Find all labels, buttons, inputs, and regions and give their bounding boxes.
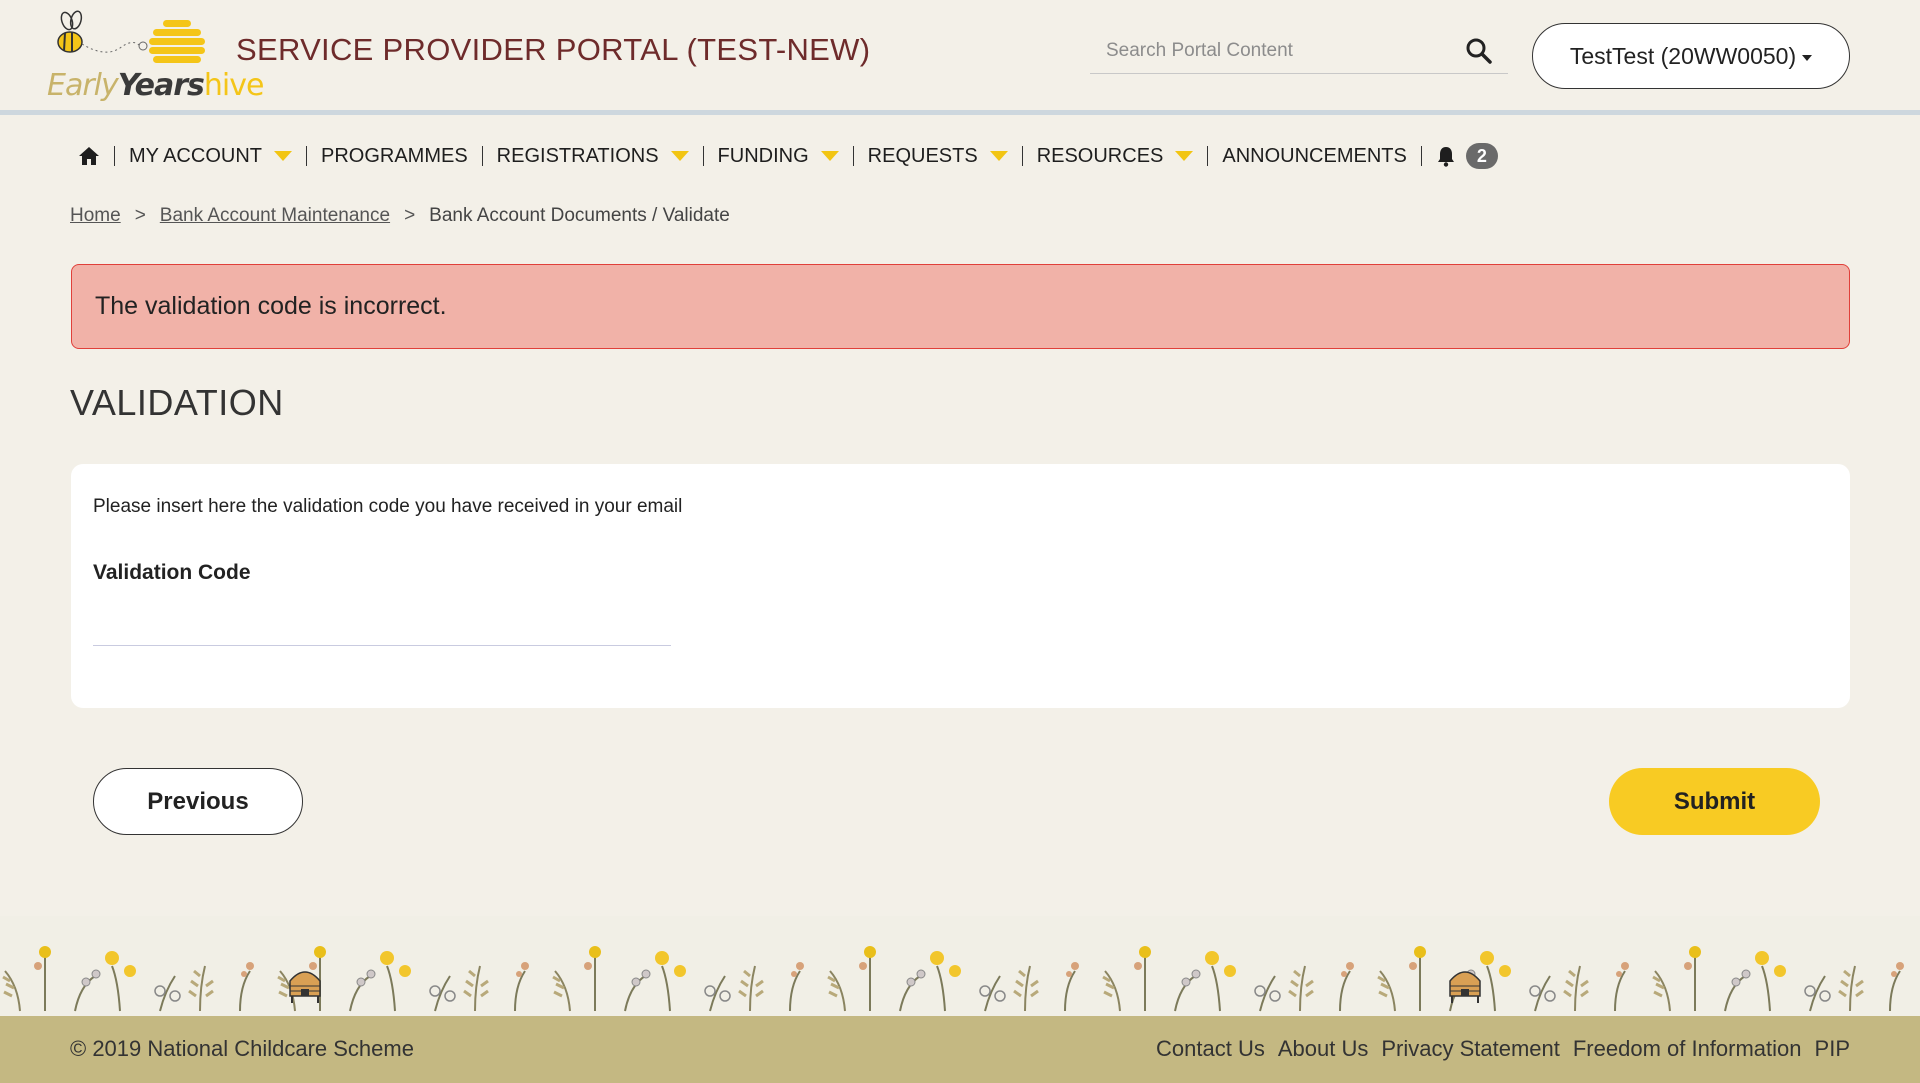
breadcrumb-separator: >: [134, 205, 146, 226]
nav-requests[interactable]: REQUESTS: [868, 140, 1008, 172]
site-footer: © 2019 National Childcare Scheme Contact…: [0, 1016, 1920, 1083]
nav-label: RESOURCES: [1036, 144, 1164, 167]
nav-divider: [1420, 146, 1422, 166]
account-label: TestTest (20WW0050): [1569, 42, 1797, 69]
footer-links: Contact Us About Us Privacy Statement Fr…: [1156, 1036, 1850, 1062]
nav-announcements[interactable]: ANNOUNCEMENTS: [1222, 140, 1406, 172]
validation-card: Please insert here the validation code y…: [71, 464, 1850, 708]
portal-title: SERVICE PROVIDER PORTAL (TEST-NEW): [236, 32, 871, 67]
nav-home[interactable]: [78, 140, 100, 172]
instruction-text: Please insert here the validation code y…: [93, 496, 683, 517]
chevron-down-icon: [1175, 151, 1194, 161]
nav-divider: [1021, 146, 1023, 166]
chevron-down-icon: [273, 151, 292, 161]
home-icon: [79, 147, 99, 165]
nav-label: REQUESTS: [867, 144, 978, 167]
validation-code-label: Validation Code: [93, 561, 251, 584]
search-button[interactable]: [1464, 36, 1494, 66]
breadcrumb: Home > Bank Account Maintenance > Bank A…: [70, 205, 730, 227]
chevron-down-icon: [989, 151, 1008, 161]
copyright-text: © 2019 National Childcare Scheme: [70, 1036, 414, 1061]
page-title: VALIDATION: [70, 382, 284, 423]
footer-link-privacy-statement[interactable]: Privacy Statement: [1381, 1036, 1560, 1062]
nav-divider: [702, 146, 704, 166]
nav-notifications[interactable]: 2: [1436, 140, 1498, 172]
main-nav: MY ACCOUNT PROGRAMMES REGISTRATIONS FUND…: [78, 140, 1498, 172]
chevron-down-icon: [820, 151, 839, 161]
caret-down-icon: [1802, 54, 1813, 61]
error-message: The validation code is incorrect.: [95, 292, 447, 320]
floral-decoration-graphic: [2, 946, 1904, 1012]
bee-hive-logo-graphic: [57, 10, 205, 63]
previous-button[interactable]: Previous: [93, 768, 303, 835]
breadcrumb-current: Bank Account Documents / Validate: [429, 205, 730, 226]
search-input[interactable]: [1106, 36, 1446, 66]
nav-label: MY ACCOUNT: [129, 144, 262, 167]
early-years-hive-logo[interactable]: EarlyYearshive: [45, 8, 264, 103]
error-alert: The validation code is incorrect.: [71, 264, 1850, 349]
chevron-down-icon: [670, 151, 689, 161]
breadcrumb-bank-account-link[interactable]: Bank Account Maintenance: [160, 205, 390, 227]
nav-label: REGISTRATIONS: [496, 144, 659, 167]
bell-icon: [1437, 147, 1454, 167]
footer-link-pip[interactable]: PIP: [1815, 1036, 1850, 1062]
nav-label: ANNOUNCEMENTS: [1222, 144, 1407, 167]
account-menu-button[interactable]: TestTest (20WW0050): [1532, 23, 1850, 89]
footer-link-contact-us[interactable]: Contact Us: [1156, 1036, 1265, 1062]
submit-button[interactable]: Submit: [1609, 768, 1820, 835]
search-bar: [1090, 28, 1508, 74]
nav-divider: [114, 146, 115, 166]
nav-programmes[interactable]: PROGRAMMES: [321, 140, 468, 172]
breadcrumb-home-link[interactable]: Home: [70, 205, 121, 227]
nav-funding[interactable]: FUNDING: [718, 140, 839, 172]
site-header: EarlyYearshive SERVICE PROVIDER PORTAL (…: [0, 0, 1920, 115]
nav-divider: [1207, 146, 1209, 166]
footer-floral-border: [0, 916, 1920, 1016]
nav-label: PROGRAMMES: [320, 144, 468, 167]
logo-wordmark: EarlyYearshive: [47, 68, 264, 103]
nav-divider: [852, 146, 854, 166]
validation-code-input[interactable]: [93, 606, 671, 646]
footer-link-about-us[interactable]: About Us: [1278, 1036, 1369, 1062]
breadcrumb-separator: >: [404, 205, 416, 226]
nav-divider: [305, 146, 307, 166]
nav-resources[interactable]: RESOURCES: [1037, 140, 1194, 172]
nav-registrations[interactable]: REGISTRATIONS: [497, 140, 689, 172]
nav-label: FUNDING: [717, 144, 809, 167]
search-icon: [1466, 38, 1492, 64]
footer-link-freedom-of-information[interactable]: Freedom of Information: [1573, 1036, 1802, 1062]
notification-count-badge: 2: [1465, 143, 1498, 169]
nav-my-account[interactable]: MY ACCOUNT: [129, 140, 292, 172]
nav-divider: [481, 146, 483, 166]
